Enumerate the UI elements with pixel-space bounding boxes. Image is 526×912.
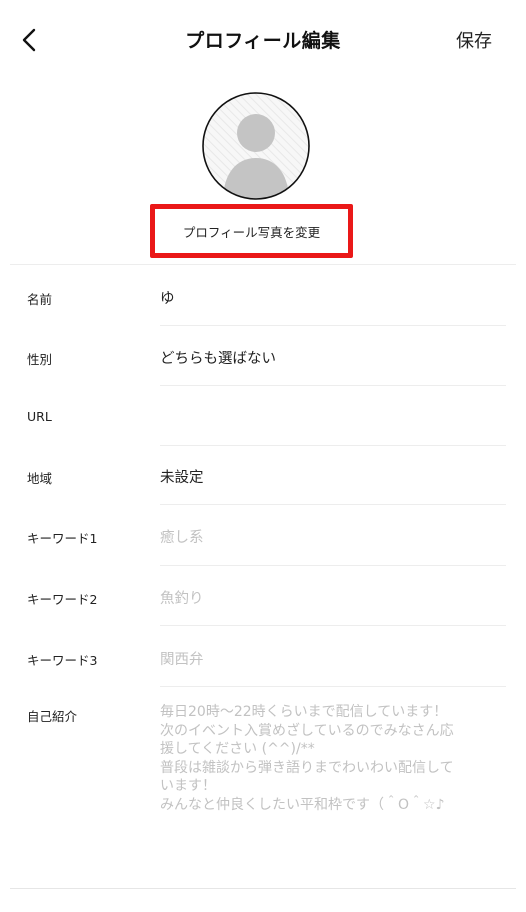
field-keyword1-input[interactable]: 癒し系 [160, 526, 204, 547]
field-divider [160, 445, 506, 446]
field-bio-label: 自己紹介 [27, 709, 78, 724]
field-keyword2-label: キーワード2 [27, 592, 98, 607]
field-keyword3-input[interactable]: 関西弁 [160, 648, 204, 669]
field-keyword1-label: キーワード1 [27, 531, 98, 546]
header: プロフィール編集 保存 [0, 0, 526, 78]
field-divider [160, 565, 506, 566]
field-divider [160, 504, 506, 505]
field-keyword3-label: キーワード3 [27, 653, 98, 668]
field-url-label: URL [27, 409, 52, 424]
field-divider [160, 325, 506, 326]
save-button[interactable]: 保存 [456, 27, 492, 53]
field-keyword2-input[interactable]: 魚釣り [160, 587, 204, 608]
divider [10, 264, 516, 265]
field-name-label: 名前 [27, 292, 53, 307]
field-gender-value[interactable]: どちらも選ばない [160, 347, 276, 368]
change-photo-button[interactable]: プロフィール写真を変更 [150, 204, 353, 258]
field-divider [160, 686, 506, 687]
field-region-value[interactable]: 未設定 [160, 466, 204, 487]
field-divider [160, 385, 506, 386]
divider [10, 888, 516, 889]
field-name-value[interactable]: ゆ [160, 287, 175, 308]
field-region-label: 地域 [27, 471, 53, 486]
field-divider [160, 625, 506, 626]
change-photo-label: プロフィール写真を変更 [182, 224, 321, 240]
page-title: プロフィール編集 [185, 30, 341, 52]
field-gender-label: 性別 [27, 352, 53, 367]
avatar[interactable] [201, 91, 311, 201]
bio-textarea[interactable]: 毎日20時〜22時くらいまで配信しています！ 次のイベント入賞めざしているのでみ… [160, 703, 480, 814]
